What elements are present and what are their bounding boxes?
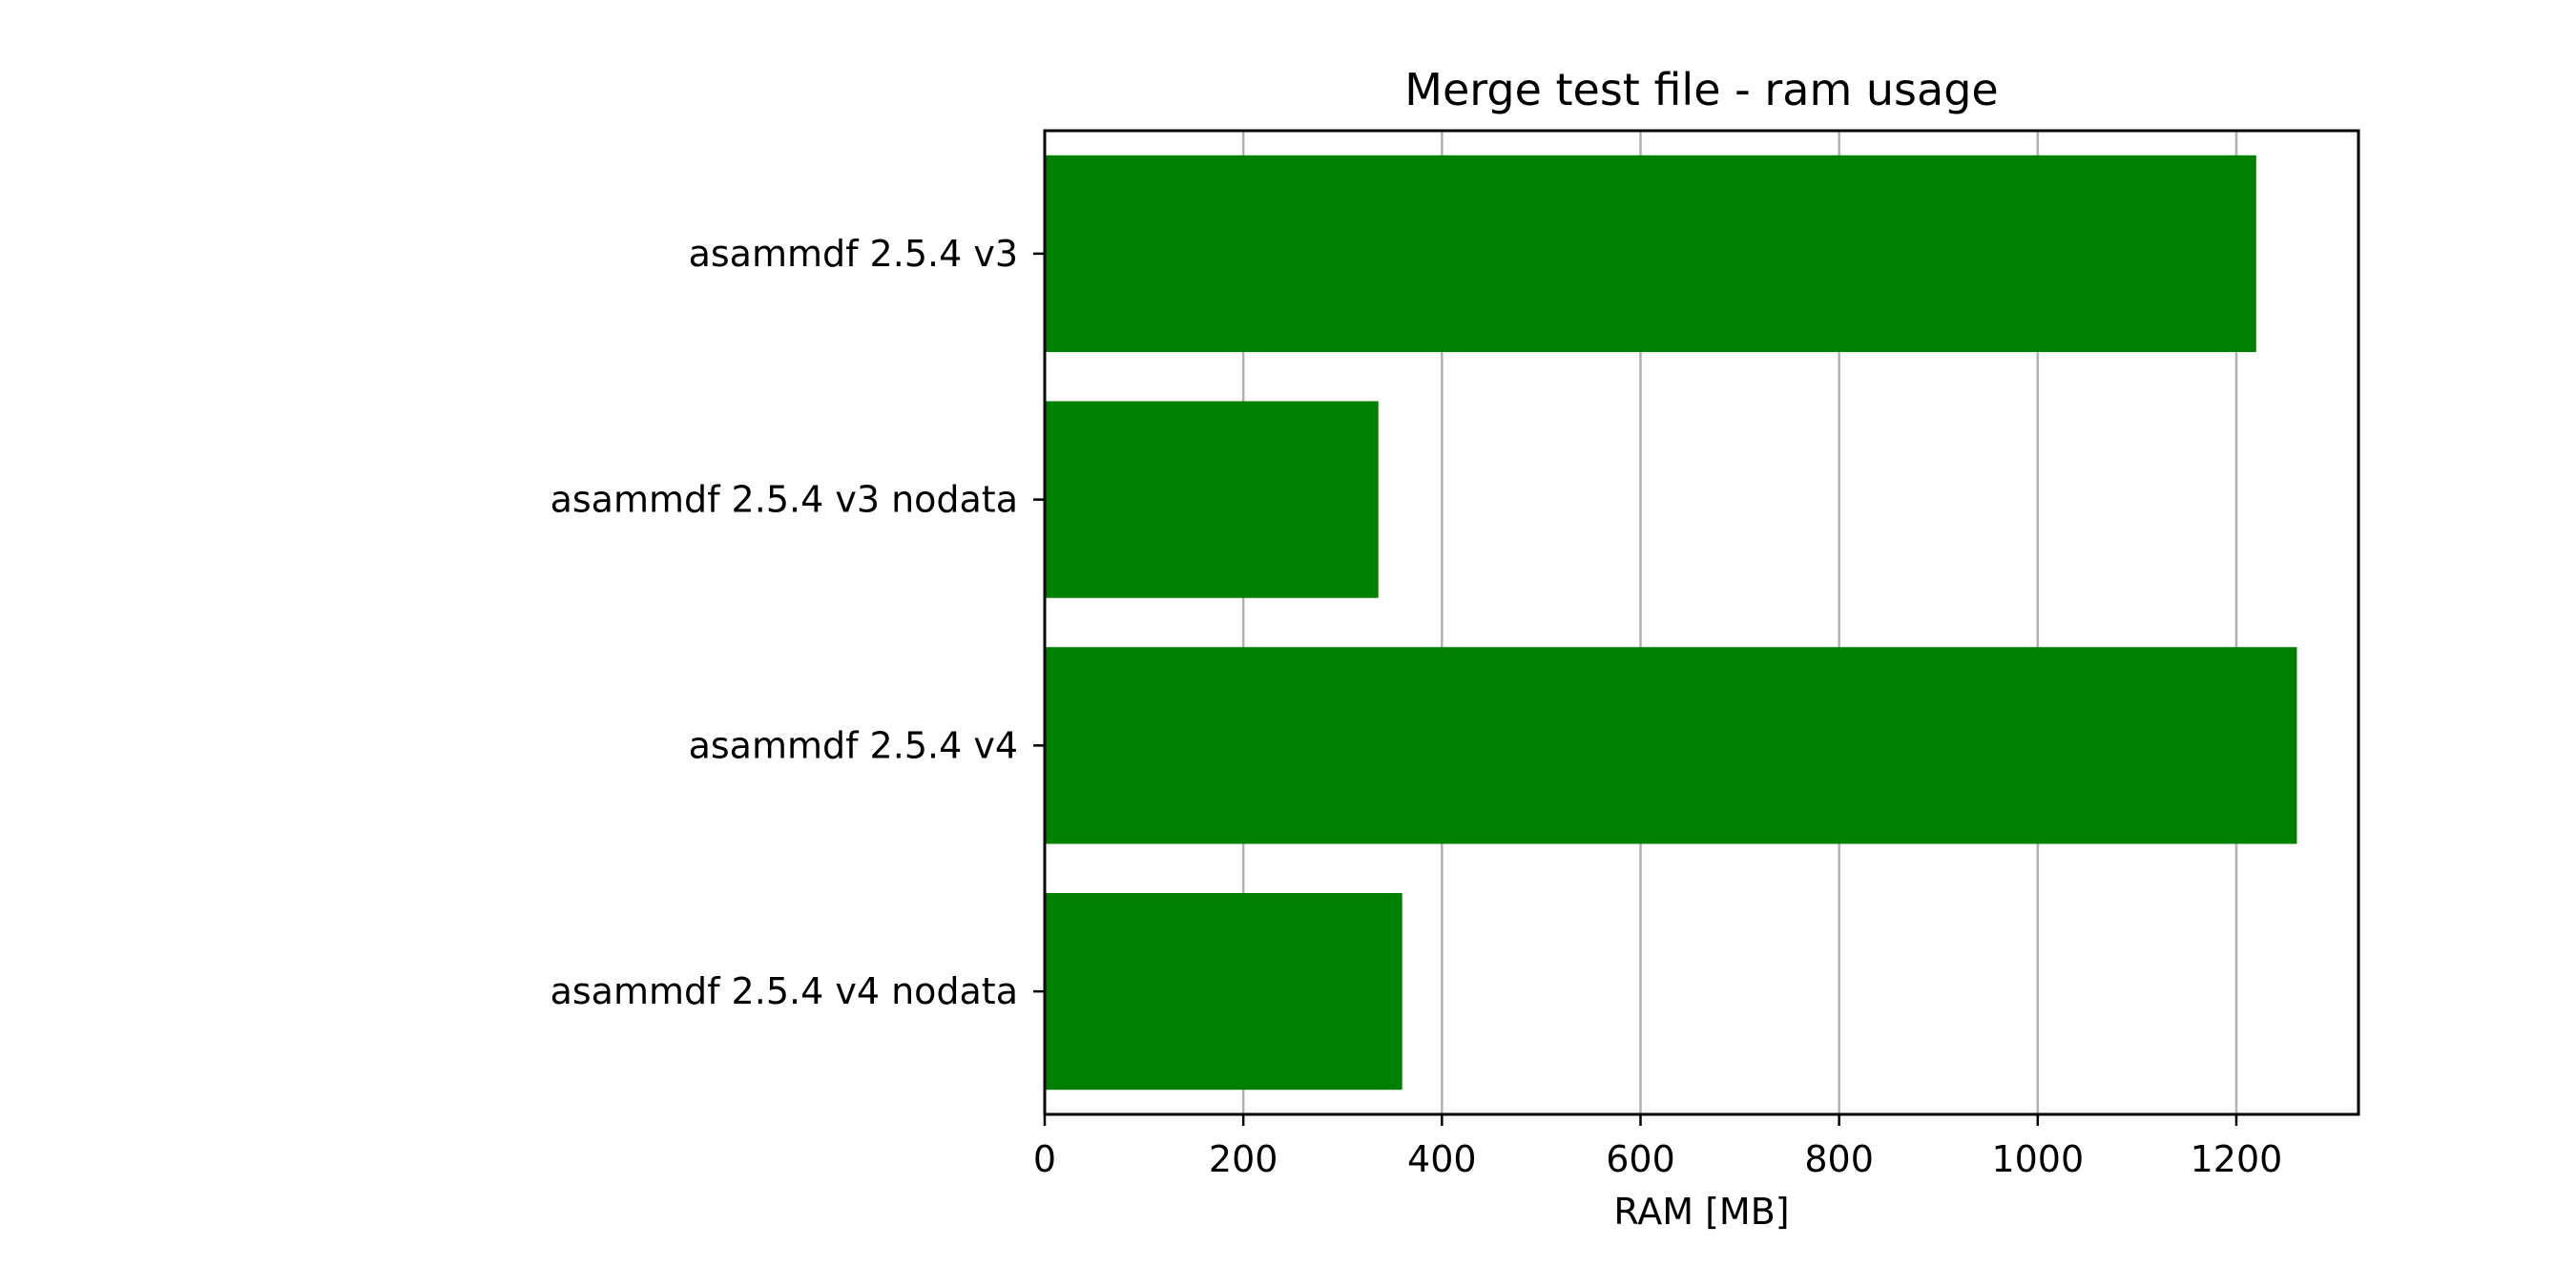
x-tick-label: 200 [1209,1138,1278,1180]
y-category-label: asammdf 2.5.4 v3 nodata [551,479,1018,521]
x-tick-label: 800 [1804,1138,1874,1180]
y-category-label: asammdf 2.5.4 v4 nodata [551,970,1018,1012]
x-axis-label: RAM [MB] [1613,1191,1789,1233]
bar [1045,893,1402,1091]
chart-figure: 0 200 400 600 800 1000 1200 asammdf 2.5.4 v3 asa… [0,0,2576,1288]
x-tick-label: 1200 [2191,1138,2283,1180]
bar [1045,647,2297,844]
x-tick-label: 400 [1407,1138,1477,1180]
y-category-label: asammdf 2.5.4 v3 [689,233,1018,275]
bar [1045,155,2256,352]
x-tick-label: 600 [1606,1138,1675,1180]
bar [1045,401,1379,598]
x-tick-label: 0 [1033,1138,1056,1180]
y-category-label: asammdf 2.5.4 v4 [689,724,1018,766]
chart-title: Merge test file - ram usage [1404,64,1998,115]
bar-chart: 0 200 400 600 800 1000 1200 asammdf 2.5.4 v3 asa… [0,0,2576,1288]
x-tick-label: 1000 [1991,1138,2084,1180]
